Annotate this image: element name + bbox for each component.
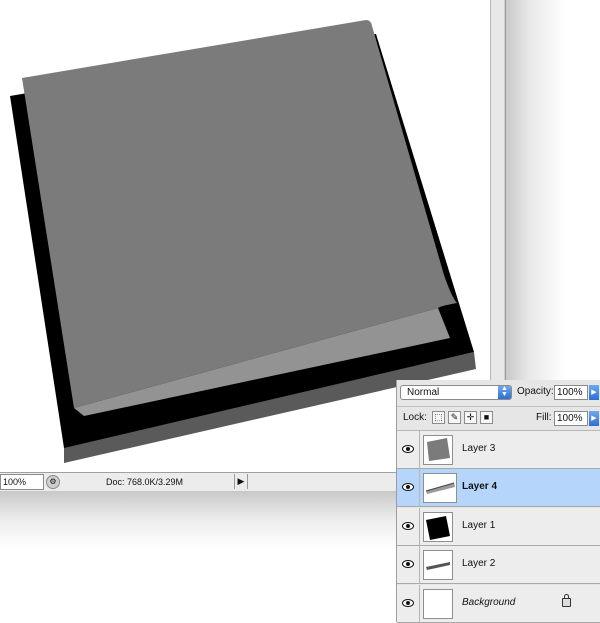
eye-icon [402,483,414,491]
lock-transparent-pixels-icon[interactable]: ⬚ [432,411,445,424]
layer-row-layer-3[interactable]: Layer 3 [397,431,600,469]
opacity-field[interactable]: 100% [554,385,588,400]
visibility-toggle[interactable] [397,469,420,507]
blend-mode-value: Normal [407,387,440,398]
layer-row-layer-2[interactable]: Layer 2 [397,546,600,584]
select-arrows-icon: ▲ ▼ [498,385,511,399]
status-menu-arrow-icon[interactable]: ▶ [234,474,248,489]
lock-image-pixels-icon[interactable]: ✎ [448,411,461,424]
lock-row: Lock: ⬚ ✎ ✛ ■ Fill: 100% ▶ [397,407,600,431]
eye-icon [402,560,414,568]
layer-row-layer-4[interactable]: Layer 4 [397,469,600,507]
lock-all-icon[interactable]: ■ [480,411,493,424]
layer-row-background[interactable]: Background [397,585,600,623]
opacity-slider-arrow-icon[interactable]: ▶ [589,385,599,400]
layer-name: Layer 3 [462,443,496,454]
eye-icon [402,599,414,607]
visibility-toggle[interactable] [397,546,420,584]
layer-row-layer-1[interactable]: Layer 1 [397,508,600,546]
layer-name: Layer 2 [462,558,496,569]
lock-position-icon[interactable]: ✛ [464,411,477,424]
layer-name: Layer 1 [462,520,496,531]
fill-label: Fill: [536,412,552,423]
opacity-label: Opacity: [517,386,554,397]
blend-mode-select[interactable]: Normal ▲ ▼ [400,385,512,400]
layer-name: Background [462,597,516,608]
eye-icon [402,445,414,453]
status-info-icon[interactable]: ⚙ [46,475,60,489]
lock-icon [562,594,571,607]
visibility-toggle[interactable] [397,585,420,623]
layers-panel: Normal ▲ ▼ Opacity: 100% ▶ Lock: ⬚ ✎ ✛ ■ … [396,380,600,623]
fill-field[interactable]: 100% [554,411,588,426]
layer-name: Layer 4 [462,481,498,492]
layer-thumbnail [423,473,457,503]
blend-row: Normal ▲ ▼ Opacity: 100% ▶ [397,380,600,407]
lock-label: Lock: [403,412,427,423]
visibility-toggle[interactable] [397,508,420,546]
doc-size-info: Doc: 768.0K/3.29M [106,477,184,487]
zoom-field[interactable]: 100% [0,474,44,490]
layer-thumbnail [423,589,453,619]
layer-thumbnail [423,512,453,542]
layer-thumbnail [423,550,453,580]
layer-thumbnail [423,435,453,465]
visibility-toggle[interactable] [397,431,420,469]
fill-slider-arrow-icon[interactable]: ▶ [589,411,599,426]
eye-icon [402,522,414,530]
